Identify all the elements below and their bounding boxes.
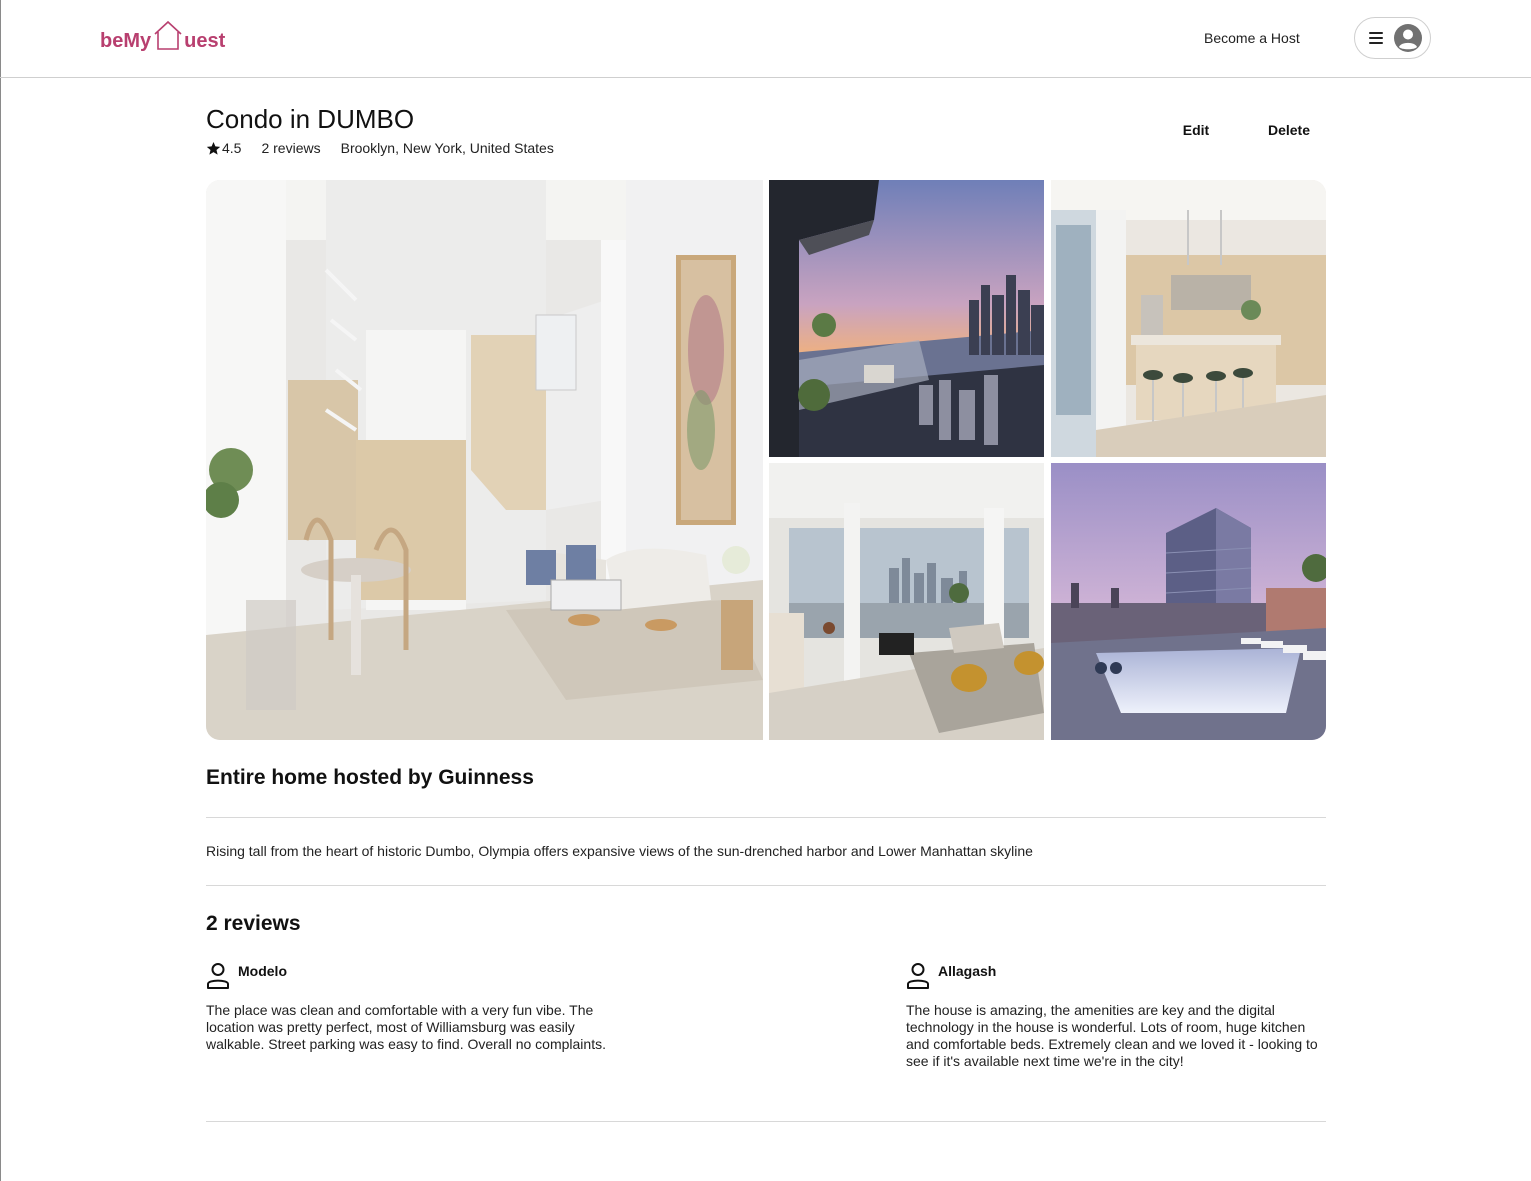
review-text: The house is amazing, the amenities are … (906, 1002, 1318, 1069)
listing-description: Rising tall from the heart of historic D… (206, 843, 1033, 859)
listing-title: Condo in DUMBO (206, 104, 415, 134)
window-edge (0, 0, 1, 1181)
photo-living-room-loft[interactable] (206, 180, 763, 740)
user-icon (907, 963, 929, 989)
house-logo-icon (154, 20, 182, 50)
user-menu-button[interactable] (1354, 17, 1431, 59)
photo-balcony-sunset-view[interactable] (769, 180, 1044, 457)
listing-location: Brooklyn, New York, United States (340, 140, 554, 156)
rating-value: 4.5 (222, 140, 242, 156)
photo-image (769, 180, 1044, 457)
photo-image (1051, 463, 1326, 740)
user-icon (207, 963, 229, 989)
photo-kitchen[interactable] (1051, 180, 1326, 457)
review-text: The place was clean and comfortable with… (206, 1002, 606, 1052)
reviewer-name: Modelo (238, 963, 287, 979)
hamburger-menu-icon (1369, 32, 1383, 44)
photo-living-room-skyline[interactable] (769, 463, 1044, 740)
brand-logo[interactable]: beMy uest (100, 14, 225, 54)
delete-button[interactable]: Delete (1262, 118, 1316, 142)
reviewer-name: Allagash (938, 963, 997, 979)
divider (206, 1121, 1326, 1122)
host-heading: Entire home hosted by Guinness (206, 766, 534, 789)
edit-button[interactable]: Edit (1176, 118, 1216, 142)
top-navigation-bar: beMy uest Become a Host (0, 0, 1531, 78)
reviews-count-link[interactable]: 2 reviews (261, 140, 320, 156)
logo-text-part2: uest (184, 30, 226, 52)
logo-text-part1: beMy (100, 30, 152, 52)
photo-rooftop-pool[interactable] (1051, 463, 1326, 740)
divider (206, 885, 1326, 886)
photo-gallery (206, 180, 1326, 740)
star-icon (206, 141, 221, 155)
become-host-button[interactable]: Become a Host (1190, 22, 1314, 54)
photo-image (1051, 180, 1326, 457)
listing-meta: 4.5 2 reviews Brooklyn, New York, United… (206, 138, 554, 158)
user-avatar-icon (1394, 24, 1422, 52)
reviews-heading: 2 reviews (206, 912, 301, 935)
divider (206, 817, 1326, 818)
photo-image (769, 463, 1044, 740)
photo-image (206, 180, 763, 740)
